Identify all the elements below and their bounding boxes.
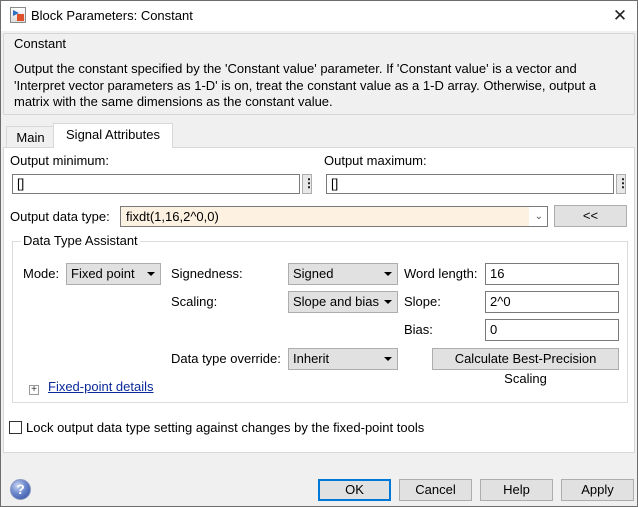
- cancel-button[interactable]: Cancel: [399, 479, 472, 501]
- output-minimum-input[interactable]: []: [12, 174, 300, 194]
- dropdown-arrow-icon: [147, 272, 155, 276]
- scaling-label: Scaling:: [171, 294, 218, 309]
- expand-plus-icon[interactable]: +: [29, 385, 39, 395]
- lock-output-data-type-checkbox[interactable]: [9, 421, 22, 434]
- data-type-assistant-group: Data Type Assistant Mode: Fixed point Si…: [12, 233, 628, 403]
- output-data-type-label: Output data type:: [10, 209, 110, 224]
- slope-input[interactable]: 2^0: [485, 291, 619, 313]
- fixed-point-details-link[interactable]: Fixed-point details: [48, 379, 154, 394]
- bias-label: Bias:: [404, 322, 433, 337]
- bias-input[interactable]: 0: [485, 319, 619, 341]
- kebab-menu-icon: ⋮: [303, 176, 315, 190]
- help-button[interactable]: Help: [480, 479, 553, 501]
- description-group-title: Constant: [12, 36, 69, 51]
- output-data-type-combo[interactable]: fixdt(1,16,2^0,0) ⌄: [120, 206, 548, 227]
- data-type-override-select[interactable]: Inherit: [288, 348, 398, 370]
- dropdown-arrow-icon: [384, 272, 392, 276]
- kebab-menu-icon: ⋮: [617, 176, 629, 190]
- chevron-down-icon[interactable]: ⌄: [535, 208, 543, 226]
- simulink-block-icon: [10, 7, 26, 23]
- tab-main[interactable]: Main: [6, 126, 55, 148]
- tab-signal-attributes[interactable]: Signal Attributes: [53, 123, 173, 148]
- output-minimum-menu-button[interactable]: ⋮: [302, 174, 315, 194]
- hide-assistant-button[interactable]: <<: [554, 205, 627, 227]
- dropdown-arrow-icon: [384, 300, 392, 304]
- apply-button[interactable]: Apply: [561, 479, 634, 501]
- help-icon[interactable]: ?: [10, 479, 31, 500]
- lock-output-data-type-label[interactable]: Lock output data type setting against ch…: [26, 420, 424, 435]
- slope-label: Slope:: [404, 294, 441, 309]
- dialog-window: Block Parameters: Constant ✕ Constant Ou…: [0, 0, 638, 507]
- dropdown-arrow-icon: [384, 357, 392, 361]
- data-type-override-value: Inherit: [293, 351, 330, 366]
- mode-label: Mode:: [23, 266, 60, 281]
- output-minimum-label: Output minimum:: [10, 153, 109, 168]
- mode-value: Fixed point: [71, 266, 135, 281]
- data-type-assistant-title: Data Type Assistant: [21, 233, 140, 248]
- title-bar: Block Parameters: Constant ✕: [1, 1, 637, 31]
- close-button[interactable]: ✕: [609, 5, 631, 27]
- signedness-select[interactable]: Signed: [288, 263, 398, 285]
- output-data-type-value[interactable]: fixdt(1,16,2^0,0): [121, 207, 529, 226]
- output-maximum-menu-button[interactable]: ⋮: [616, 174, 629, 194]
- data-type-override-label: Data type override:: [171, 351, 281, 366]
- word-length-label: Word length:: [404, 266, 478, 281]
- calculate-best-precision-scaling-button[interactable]: Calculate Best-Precision Scaling: [432, 348, 619, 386]
- description-text: Output the constant specified by the 'Co…: [14, 61, 597, 109]
- signedness-value: Signed: [293, 266, 334, 281]
- signal-attributes-panel: Output minimum: [] ⋮ Output maximum: [] …: [3, 147, 635, 453]
- close-icon: ✕: [612, 6, 628, 25]
- output-maximum-input[interactable]: []: [326, 174, 614, 194]
- output-maximum-label: Output maximum:: [324, 153, 427, 168]
- ok-button[interactable]: OK: [318, 479, 391, 501]
- word-length-input[interactable]: 16: [485, 263, 619, 285]
- scaling-select[interactable]: Slope and bias: [288, 291, 398, 313]
- mode-select[interactable]: Fixed point: [66, 263, 161, 285]
- description-group: Constant Output the constant specified b…: [3, 33, 635, 115]
- scaling-value: Slope and bias: [293, 294, 380, 309]
- signedness-label: Signedness:: [171, 266, 243, 281]
- window-title: Block Parameters: Constant: [31, 8, 193, 23]
